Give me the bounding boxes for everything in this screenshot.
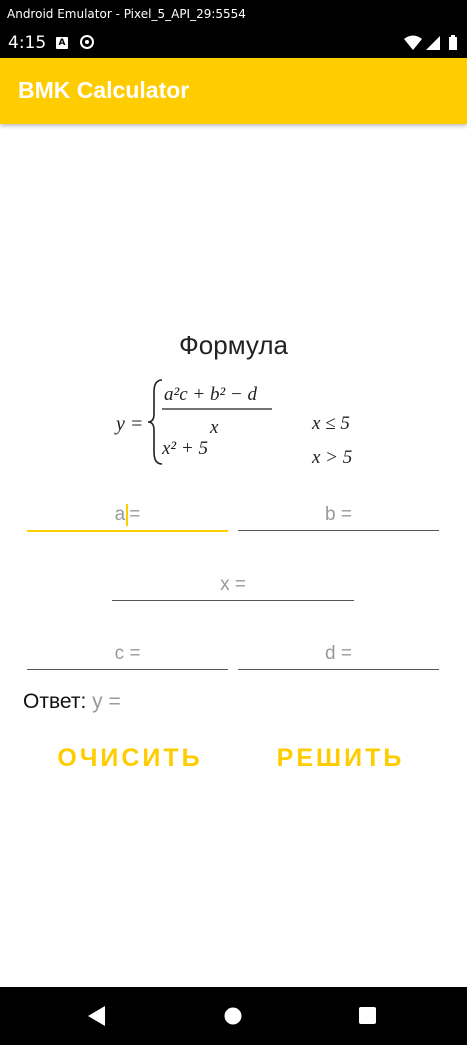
c-input[interactable]: c = [27, 639, 228, 670]
case2-expression: x² + 5 [161, 438, 208, 459]
a-input[interactable]: a = [27, 500, 228, 532]
formula-image: y = a²c + b² − d x x ≤ 5 x² + 5 x > 5 [114, 379, 352, 468]
formula-title: Формула [179, 330, 288, 360]
clear-button[interactable]: ОЧИСИТЬ [40, 740, 220, 776]
a-placeholder: a [114, 504, 126, 525]
answer-label: Ответ: [23, 690, 87, 713]
notification-a-icon: A [56, 37, 68, 49]
signal-icon [426, 36, 440, 50]
brace-icon [147, 379, 163, 465]
x-input[interactable]: x = [112, 570, 354, 601]
emulator-title: Android Emulator - Pixel_5_API_29:5554 [0, 0, 467, 28]
answer-line: Ответ: y = [23, 690, 121, 714]
d-input[interactable]: d = [238, 639, 439, 670]
status-time: 4:15 [8, 33, 47, 53]
app-title: BMK Calculator [18, 77, 190, 103]
x-placeholder: x = [220, 574, 246, 595]
c-placeholder: c = [114, 643, 141, 664]
d-placeholder: d = [325, 643, 352, 664]
navigation-bar [0, 987, 467, 1045]
back-icon [88, 1006, 105, 1026]
nav-icons [88, 1006, 376, 1026]
b-placeholder: b = [325, 504, 352, 525]
app-bar: BMK Calculator [0, 58, 467, 124]
formula-lhs: y = [114, 413, 143, 435]
case2-condition: x > 5 [311, 447, 352, 468]
status-bar: 4:15 A [0, 28, 467, 58]
answer-value: y = [92, 690, 121, 713]
battery-icon [449, 37, 457, 50]
at-sign-icon [80, 35, 94, 49]
a-placeholder-suffix: = [129, 504, 141, 525]
wifi-icon [404, 35, 422, 50]
b-input[interactable]: b = [238, 500, 439, 531]
recents-icon [359, 1007, 376, 1024]
case1-condition: x ≤ 5 [311, 413, 350, 434]
solve-button[interactable]: РЕШИТЬ [258, 740, 423, 776]
home-icon [224, 1007, 242, 1025]
system-status-icons [404, 35, 457, 50]
text-cursor [126, 503, 129, 526]
case1-numerator: a²c + b² − d [164, 384, 257, 405]
case1-denominator: x [209, 417, 219, 438]
